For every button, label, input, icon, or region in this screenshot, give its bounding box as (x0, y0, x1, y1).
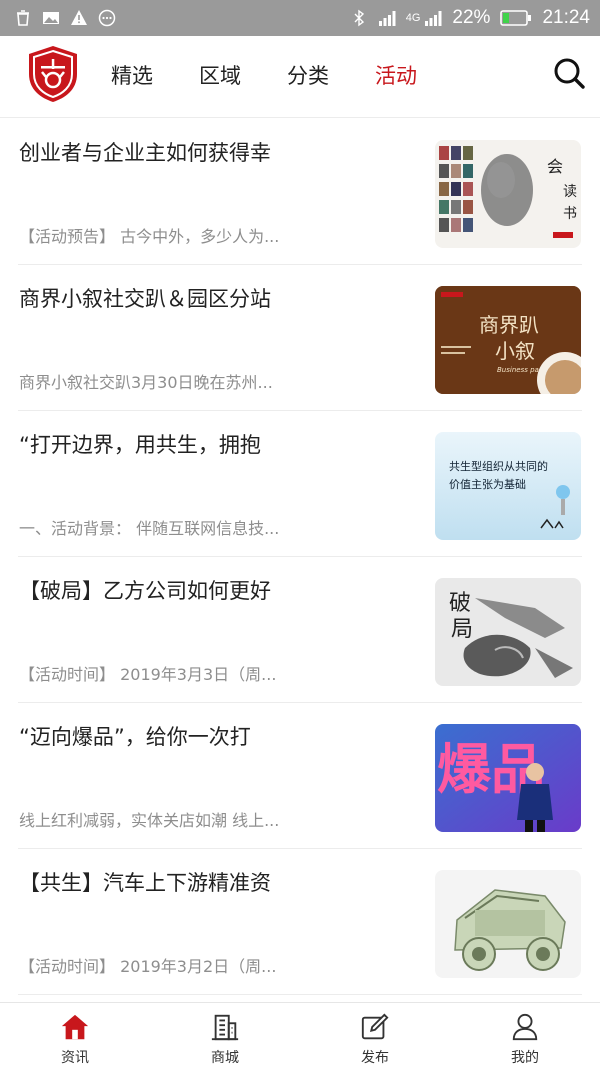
article-thumbnail[interactable] (435, 870, 581, 978)
article-thumbnail[interactable]: 共生型组织从共同的 价值主张为基础 (435, 432, 581, 540)
bluetooth-icon (354, 9, 364, 27)
article-thumbnail[interactable]: 破 局 (435, 578, 581, 686)
svg-text:局: 局 (451, 617, 473, 642)
article-thumbnail[interactable]: 会 读 书 (435, 140, 581, 248)
image-icon (43, 12, 59, 24)
tab-events[interactable]: 活动 (375, 60, 417, 90)
nav-news[interactable]: 资讯 (0, 1003, 150, 1067)
status-left (14, 9, 116, 27)
article-thumbnail[interactable]: 爆品 (435, 724, 581, 832)
tab-region[interactable]: 区域 (199, 60, 241, 90)
nav-label: 我的 (511, 1050, 539, 1066)
home-icon (61, 1014, 89, 1040)
bottom-navigation: 资讯 商城 发布 我的 (0, 1002, 600, 1067)
list-item[interactable]: “打开边界，用共生，拥抱 一、活动背景： 伴随互联网信息技... 共生型组织从共… (18, 411, 582, 557)
top-header: 精选 区域 分类 活动 (0, 36, 600, 118)
list-item[interactable]: 商界小叙社交趴＆园区分站 商界小叙社交趴3月30日晚在苏州... 商界趴 小叙 … (18, 265, 582, 411)
article-title[interactable]: “迈向爆品”，给你一次打 (19, 723, 419, 751)
tab-featured[interactable]: 精选 (111, 60, 153, 90)
nav-label: 商城 (211, 1050, 239, 1066)
trash-icon (17, 10, 29, 26)
warning-icon (71, 10, 87, 25)
nav-mall[interactable]: 商城 (150, 1003, 300, 1067)
battery-percent: 22% (452, 7, 491, 28)
signal-icon (378, 11, 396, 26)
more-circle-icon (98, 9, 116, 27)
article-title[interactable]: 【破局】乙方公司如何更好 (19, 577, 419, 605)
nav-publish[interactable]: 发布 (300, 1003, 450, 1067)
battery-icon (500, 10, 532, 26)
tab-category[interactable]: 分类 (287, 60, 329, 90)
svg-text:读: 读 (563, 183, 577, 200)
svg-text:共生型组织从共同的: 共生型组织从共同的 (449, 459, 548, 473)
user-icon (512, 1013, 538, 1041)
article-summary: 一、活动背景： 伴随互联网信息技... (19, 519, 280, 538)
network-type: 4G (405, 12, 421, 24)
svg-text:价值主张为基础: 价值主张为基础 (449, 478, 526, 491)
clock: 21:24 (542, 7, 590, 28)
nav-label: 资讯 (61, 1050, 89, 1066)
article-title[interactable]: “打开边界，用共生，拥抱 (19, 431, 419, 459)
article-title[interactable]: 【共生】汽车上下游精准资 (19, 869, 419, 897)
category-tabs: 精选 区域 分类 活动 (111, 60, 463, 90)
search-icon[interactable] (552, 56, 586, 90)
article-summary: 【活动时间】 2019年3月3日（周... (19, 665, 277, 684)
article-summary: 商界小叙社交趴3月30日晚在苏州... (19, 373, 273, 392)
article-summary: 【活动时间】 2019年3月2日（周... (19, 957, 277, 976)
article-summary: 【活动预告】 古今中外，多少人为... (19, 227, 280, 246)
svg-text:破: 破 (449, 591, 471, 616)
article-title[interactable]: 商界小叙社交趴＆园区分站 (19, 285, 419, 313)
nav-label: 发布 (361, 1050, 389, 1066)
status-bar: 4G 22% 21:24 (0, 0, 600, 36)
svg-text:小叙: 小叙 (495, 339, 535, 363)
4g-signal-icon (425, 11, 442, 26)
thumb-text: 会 (547, 157, 563, 176)
list-item[interactable]: 【共生】汽车上下游精准资 【活动时间】 2019年3月2日（周... (18, 849, 582, 995)
article-list: 创业者与企业主如何获得幸 【活动预告】 古今中外，多少人为... 会 读 书 商… (0, 119, 600, 995)
list-item[interactable]: 【破局】乙方公司如何更好 【活动时间】 2019年3月3日（周... 破 局 (18, 557, 582, 703)
svg-text:书: 书 (563, 206, 577, 222)
nav-profile[interactable]: 我的 (450, 1003, 600, 1067)
building-icon (211, 1014, 239, 1041)
edit-icon (361, 1013, 389, 1040)
article-title[interactable]: 创业者与企业主如何获得幸 (19, 139, 419, 167)
list-item[interactable]: “迈向爆品”，给你一次打 线上红利减弱，实体关店如潮 线上... 爆品 (18, 703, 582, 849)
article-summary: 线上红利减弱，实体关店如潮 线上... (19, 811, 280, 830)
app-logo-shield-icon[interactable] (27, 44, 79, 104)
status-right: 4G 22% 21:24 (350, 7, 590, 29)
article-thumbnail[interactable]: 商界趴 小叙 Business party (435, 286, 581, 394)
svg-text:商界趴: 商界趴 (479, 313, 539, 337)
list-item[interactable]: 创业者与企业主如何获得幸 【活动预告】 古今中外，多少人为... 会 读 书 (18, 119, 582, 265)
